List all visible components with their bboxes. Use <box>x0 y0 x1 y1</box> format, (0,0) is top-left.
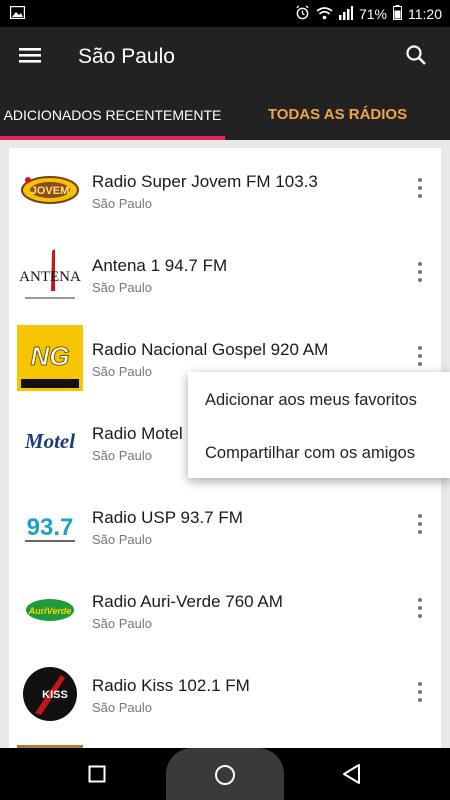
recent-apps-icon[interactable] <box>88 765 106 788</box>
navigation-bar <box>0 748 450 800</box>
station-name: Radio USP 93.7 FM <box>92 508 243 527</box>
station-logo: KISS <box>17 661 83 727</box>
station-logo: AuriVerde <box>17 577 83 643</box>
svg-text:93.7: 93.7 <box>27 514 74 541</box>
battery-level: 71% <box>358 6 387 22</box>
svg-text:NG: NG <box>31 341 70 371</box>
station-name: Radio Motel <box>92 424 183 443</box>
status-bar: 71% 11:20 <box>0 0 450 27</box>
svg-text:KISS: KISS <box>42 689 68 701</box>
overflow-popup-menu: Adicionar aos meus favoritos Compartilha… <box>188 372 450 478</box>
station-city: São Paulo <box>92 448 152 463</box>
station-name: Radio Kiss 102.1 FM <box>92 676 250 695</box>
station-logo: ANTENA <box>17 241 83 307</box>
station-row[interactable]: ANTENA Antena 1 94.7 FM São Paulo <box>9 232 441 317</box>
station-row[interactable]: AuriVerde Radio Auri-Verde 760 AM São Pa… <box>9 568 441 653</box>
station-name: Radio Nacional Gospel 920 AM <box>92 340 329 359</box>
station-logo: NG <box>17 325 83 391</box>
more-options-icon[interactable] <box>417 178 423 200</box>
more-options-icon[interactable] <box>417 346 423 368</box>
svg-text:Motel: Motel <box>24 429 75 453</box>
tab-all-radios[interactable]: TODAS AS RÁDIOS <box>225 89 450 140</box>
share-with-friends-menu-item[interactable]: Compartilhar com os amigos <box>205 444 415 463</box>
wifi-icon <box>316 6 333 23</box>
tab-bar: ADICIONADOS RECENTEMENTE TODAS AS RÁDIOS <box>0 89 450 140</box>
station-row[interactable]: KISS Radio Kiss 102.1 FM São Paulo <box>9 652 441 737</box>
more-options-icon[interactable] <box>417 598 423 620</box>
tab-recently-added[interactable]: ADICIONADOS RECENTEMENTE <box>0 89 225 140</box>
station-logo: JOVEM <box>17 157 83 223</box>
station-name: Radio Super Jovem FM 103.3 <box>92 172 318 191</box>
station-logo: 93.7 <box>17 493 83 559</box>
station-name: Radio Auri-Verde 760 AM <box>92 592 283 611</box>
add-to-favorites-menu-item[interactable]: Adicionar aos meus favoritos <box>205 391 417 410</box>
station-row[interactable] <box>9 736 441 748</box>
signal-icon <box>338 5 353 23</box>
station-city: São Paulo <box>92 616 152 631</box>
search-icon[interactable] <box>404 43 432 71</box>
station-name: Antena 1 94.7 FM <box>92 256 228 275</box>
station-row[interactable]: JOVEM Radio Super Jovem FM 103.3 São Pau… <box>9 148 441 233</box>
station-row[interactable]: 93.7 Radio USP 93.7 FM São Paulo <box>9 484 441 569</box>
svg-text:JOVEM: JOVEM <box>31 185 70 197</box>
hamburger-menu-icon[interactable] <box>18 45 44 71</box>
home-icon[interactable] <box>213 763 237 792</box>
svg-text:AuriVerde: AuriVerde <box>28 606 72 616</box>
alarm-icon <box>295 5 310 23</box>
svg-text:ANTENA: ANTENA <box>19 269 81 285</box>
gallery-notification-icon <box>9 5 26 22</box>
more-options-icon[interactable] <box>417 682 423 704</box>
station-city: São Paulo <box>92 364 152 379</box>
clock-time: 11:20 <box>408 6 442 22</box>
station-city: São Paulo <box>92 196 152 211</box>
tab-indicator <box>0 136 225 140</box>
station-city: São Paulo <box>92 700 152 715</box>
more-options-icon[interactable] <box>417 262 423 284</box>
station-city: São Paulo <box>92 280 152 295</box>
back-icon[interactable] <box>341 763 363 790</box>
station-city: São Paulo <box>92 532 152 547</box>
app-bar: São Paulo <box>0 27 450 89</box>
station-logo: Motel <box>17 409 83 475</box>
battery-icon <box>393 5 402 23</box>
page-title: São Paulo <box>78 45 175 68</box>
more-options-icon[interactable] <box>417 514 423 536</box>
